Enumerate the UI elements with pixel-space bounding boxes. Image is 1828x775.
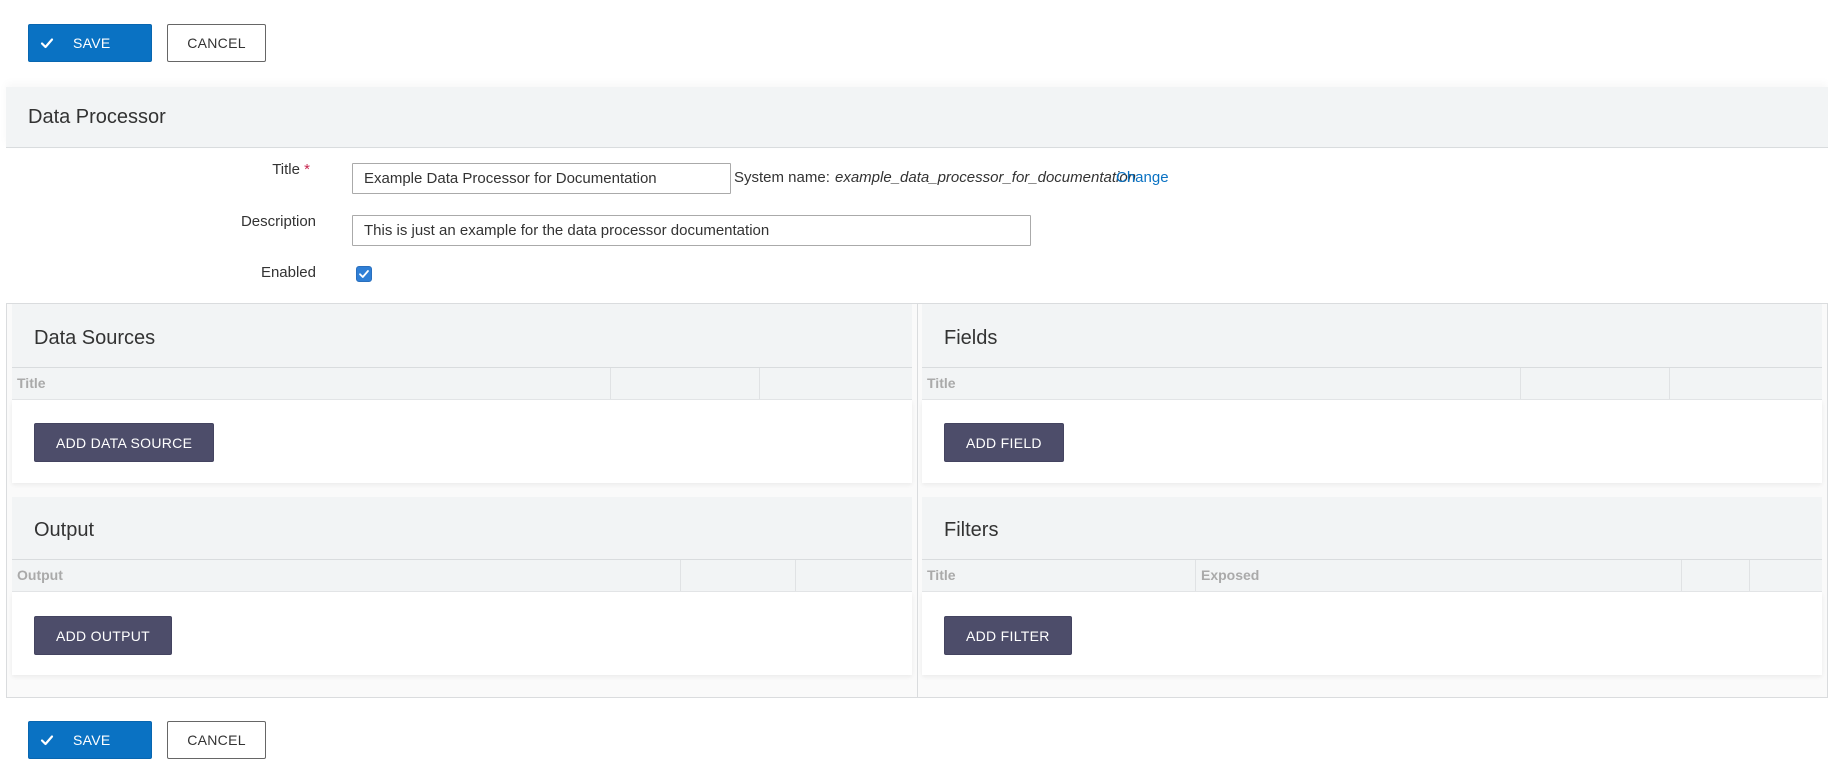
panel-divider	[917, 303, 918, 698]
title-label-text: Title	[272, 161, 300, 178]
data-sources-body: ADD DATA SOURCE	[12, 400, 912, 483]
cancel-button-top[interactable]: CANCEL	[167, 24, 266, 62]
column-header-title: Title	[12, 368, 611, 399]
system-name-value: example_data_processor_for_documentation	[835, 169, 1137, 186]
filters-body: ADD FILTER	[922, 592, 1822, 675]
output-title: Output	[34, 519, 95, 541]
description-input[interactable]	[352, 215, 1031, 246]
enabled-checkbox[interactable]	[356, 266, 372, 282]
save-button-label: SAVE	[73, 732, 111, 748]
enabled-label: Enabled	[260, 264, 316, 281]
column-header-empty	[1682, 560, 1750, 591]
required-marker: *	[304, 161, 310, 178]
add-data-source-button[interactable]: ADD DATA SOURCE	[34, 423, 215, 462]
data-sources-title: Data Sources	[34, 327, 156, 349]
save-button-top[interactable]: SAVE	[28, 24, 152, 62]
column-header-empty	[760, 368, 912, 399]
check-icon	[39, 732, 55, 748]
column-header-output: Output	[12, 560, 681, 591]
add-output-button[interactable]: ADD OUTPUT	[34, 616, 172, 655]
column-header-empty	[1521, 368, 1670, 399]
output-table-head: Output	[12, 559, 912, 592]
column-header-empty	[796, 560, 912, 591]
filters-title: Filters	[944, 519, 999, 541]
filters-table-head: Title Exposed	[922, 559, 1822, 592]
page-title: Data Processor	[28, 106, 166, 128]
column-header-empty	[1670, 368, 1822, 399]
fields-title: Fields	[944, 327, 998, 349]
title-label: Title *	[110, 161, 310, 178]
add-field-button[interactable]: ADD FIELD	[944, 423, 1064, 462]
system-name-label: System name:	[734, 169, 830, 186]
change-system-name-link[interactable]: Change	[1116, 169, 1169, 186]
fields-body: ADD FIELD	[922, 400, 1822, 483]
output-body: ADD OUTPUT	[12, 592, 912, 675]
column-header-empty	[681, 560, 796, 591]
data-sources-header: Data Sources	[12, 304, 912, 367]
title-input[interactable]	[352, 163, 731, 194]
column-header-title: Title	[922, 560, 1196, 591]
check-icon	[39, 35, 55, 51]
column-header-title: Title	[922, 368, 1521, 399]
filters-header: Filters	[922, 497, 1822, 559]
add-filter-button[interactable]: ADD FILTER	[944, 616, 1072, 655]
save-button-bottom[interactable]: SAVE	[28, 721, 152, 759]
column-header-empty	[1750, 560, 1822, 591]
column-header-exposed: Exposed	[1196, 560, 1682, 591]
fields-table-head: Title	[922, 367, 1822, 400]
description-label: Description	[240, 213, 316, 230]
cancel-button-bottom[interactable]: CANCEL	[167, 721, 266, 759]
data-sources-table-head: Title	[12, 367, 912, 400]
save-button-label: SAVE	[73, 35, 111, 51]
output-header: Output	[12, 497, 912, 559]
data-processor-header: Data Processor	[6, 87, 1828, 148]
fields-header: Fields	[922, 304, 1822, 367]
column-header-empty	[611, 368, 760, 399]
checkmark-icon	[359, 270, 369, 278]
